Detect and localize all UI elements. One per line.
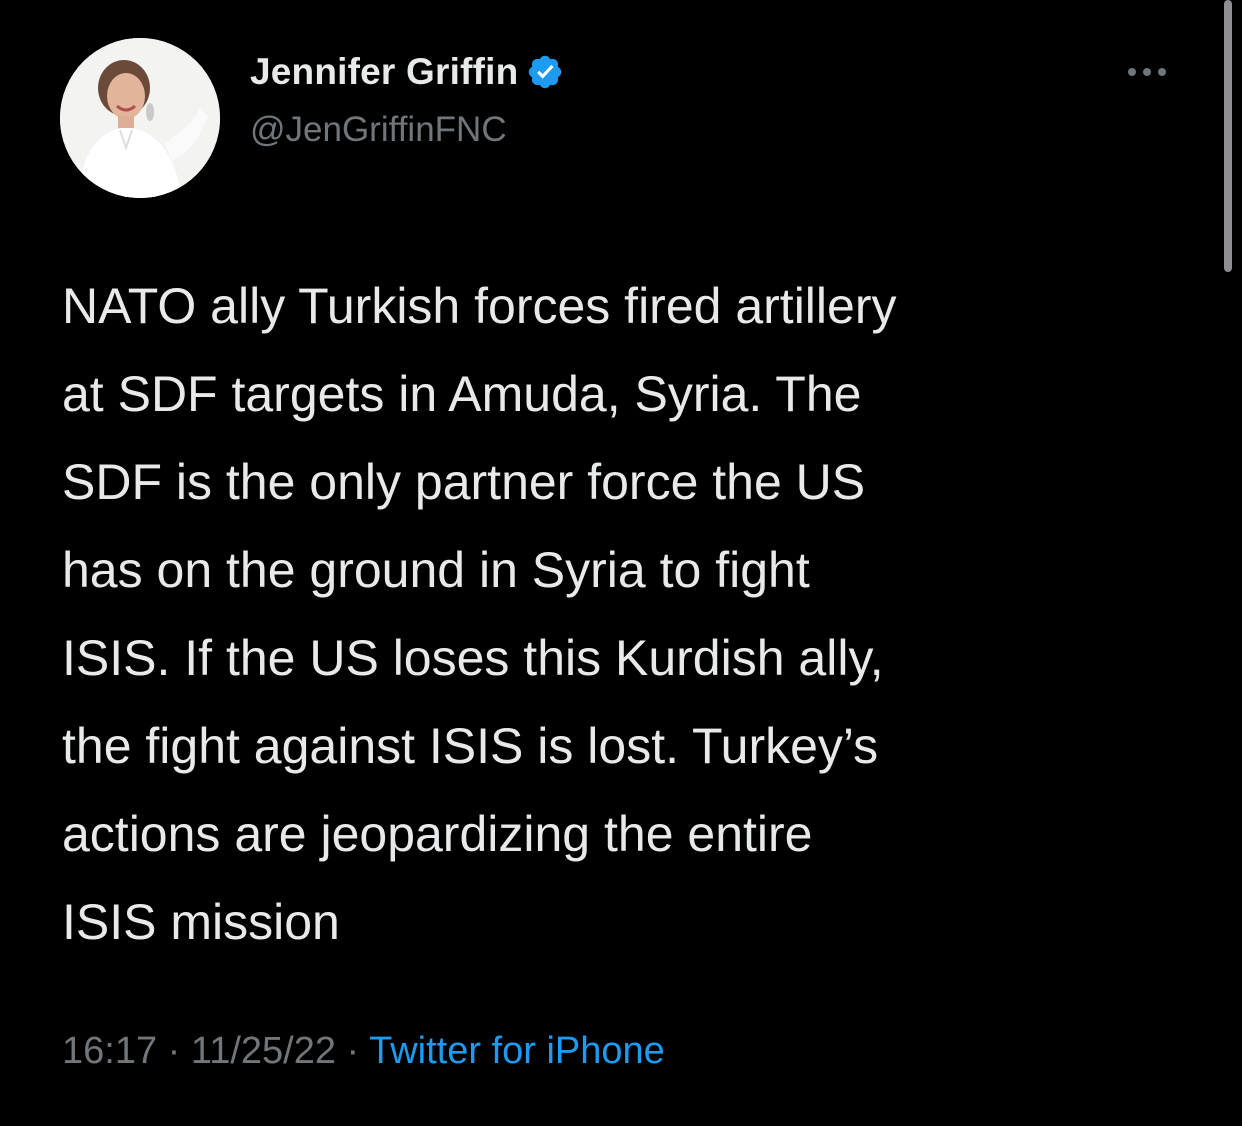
tweet-time[interactable]: 16:17 xyxy=(62,1030,157,1072)
verified-badge-icon xyxy=(526,53,564,91)
more-dot xyxy=(1128,68,1136,76)
tweet-date[interactable]: 11/25/22 xyxy=(191,1030,336,1072)
author-display-name[interactable]: Jennifer Griffin xyxy=(250,51,518,93)
avatar-photo xyxy=(60,38,220,198)
more-options-icon[interactable] xyxy=(1128,62,1180,82)
tweet-text-line: has on the ground in Syria to fight xyxy=(62,542,810,598)
tweet-text-line: actions are jeopardizing the entire xyxy=(62,806,813,862)
tweet-source-link[interactable]: Twitter for iPhone xyxy=(369,1030,665,1072)
tweet-text-line: the fight against ISIS is lost. Turkey’s xyxy=(62,718,879,774)
tweet: Jennifer Griffin @JenGriffinFNC NATO all… xyxy=(0,0,1242,1126)
author-handle[interactable]: @JenGriffinFNC xyxy=(250,110,507,150)
more-dot xyxy=(1158,68,1166,76)
tweet-text-line: at SDF targets in Amuda, Syria. The xyxy=(62,366,862,422)
tweet-text-line: NATO ally Turkish forces fired artillery xyxy=(62,278,897,334)
tweet-text-line: SDF is the only partner force the US xyxy=(62,454,866,510)
tweet-text: NATO ally Turkish forces fired artillery… xyxy=(62,262,1202,966)
more-dot xyxy=(1143,68,1151,76)
scrollbar-thumb[interactable] xyxy=(1224,0,1232,272)
meta-separator: · xyxy=(346,1030,370,1072)
tweet-text-line: ISIS mission xyxy=(62,894,340,950)
author-name-row[interactable]: Jennifer Griffin xyxy=(250,50,564,94)
avatar[interactable] xyxy=(60,38,220,198)
meta-separator: · xyxy=(167,1030,191,1072)
tweet-metadata: 16:17 · 11/25/22 · Twitter for iPhone xyxy=(62,1030,665,1073)
tweet-text-line: ISIS. If the US loses this Kurdish ally, xyxy=(62,630,884,686)
